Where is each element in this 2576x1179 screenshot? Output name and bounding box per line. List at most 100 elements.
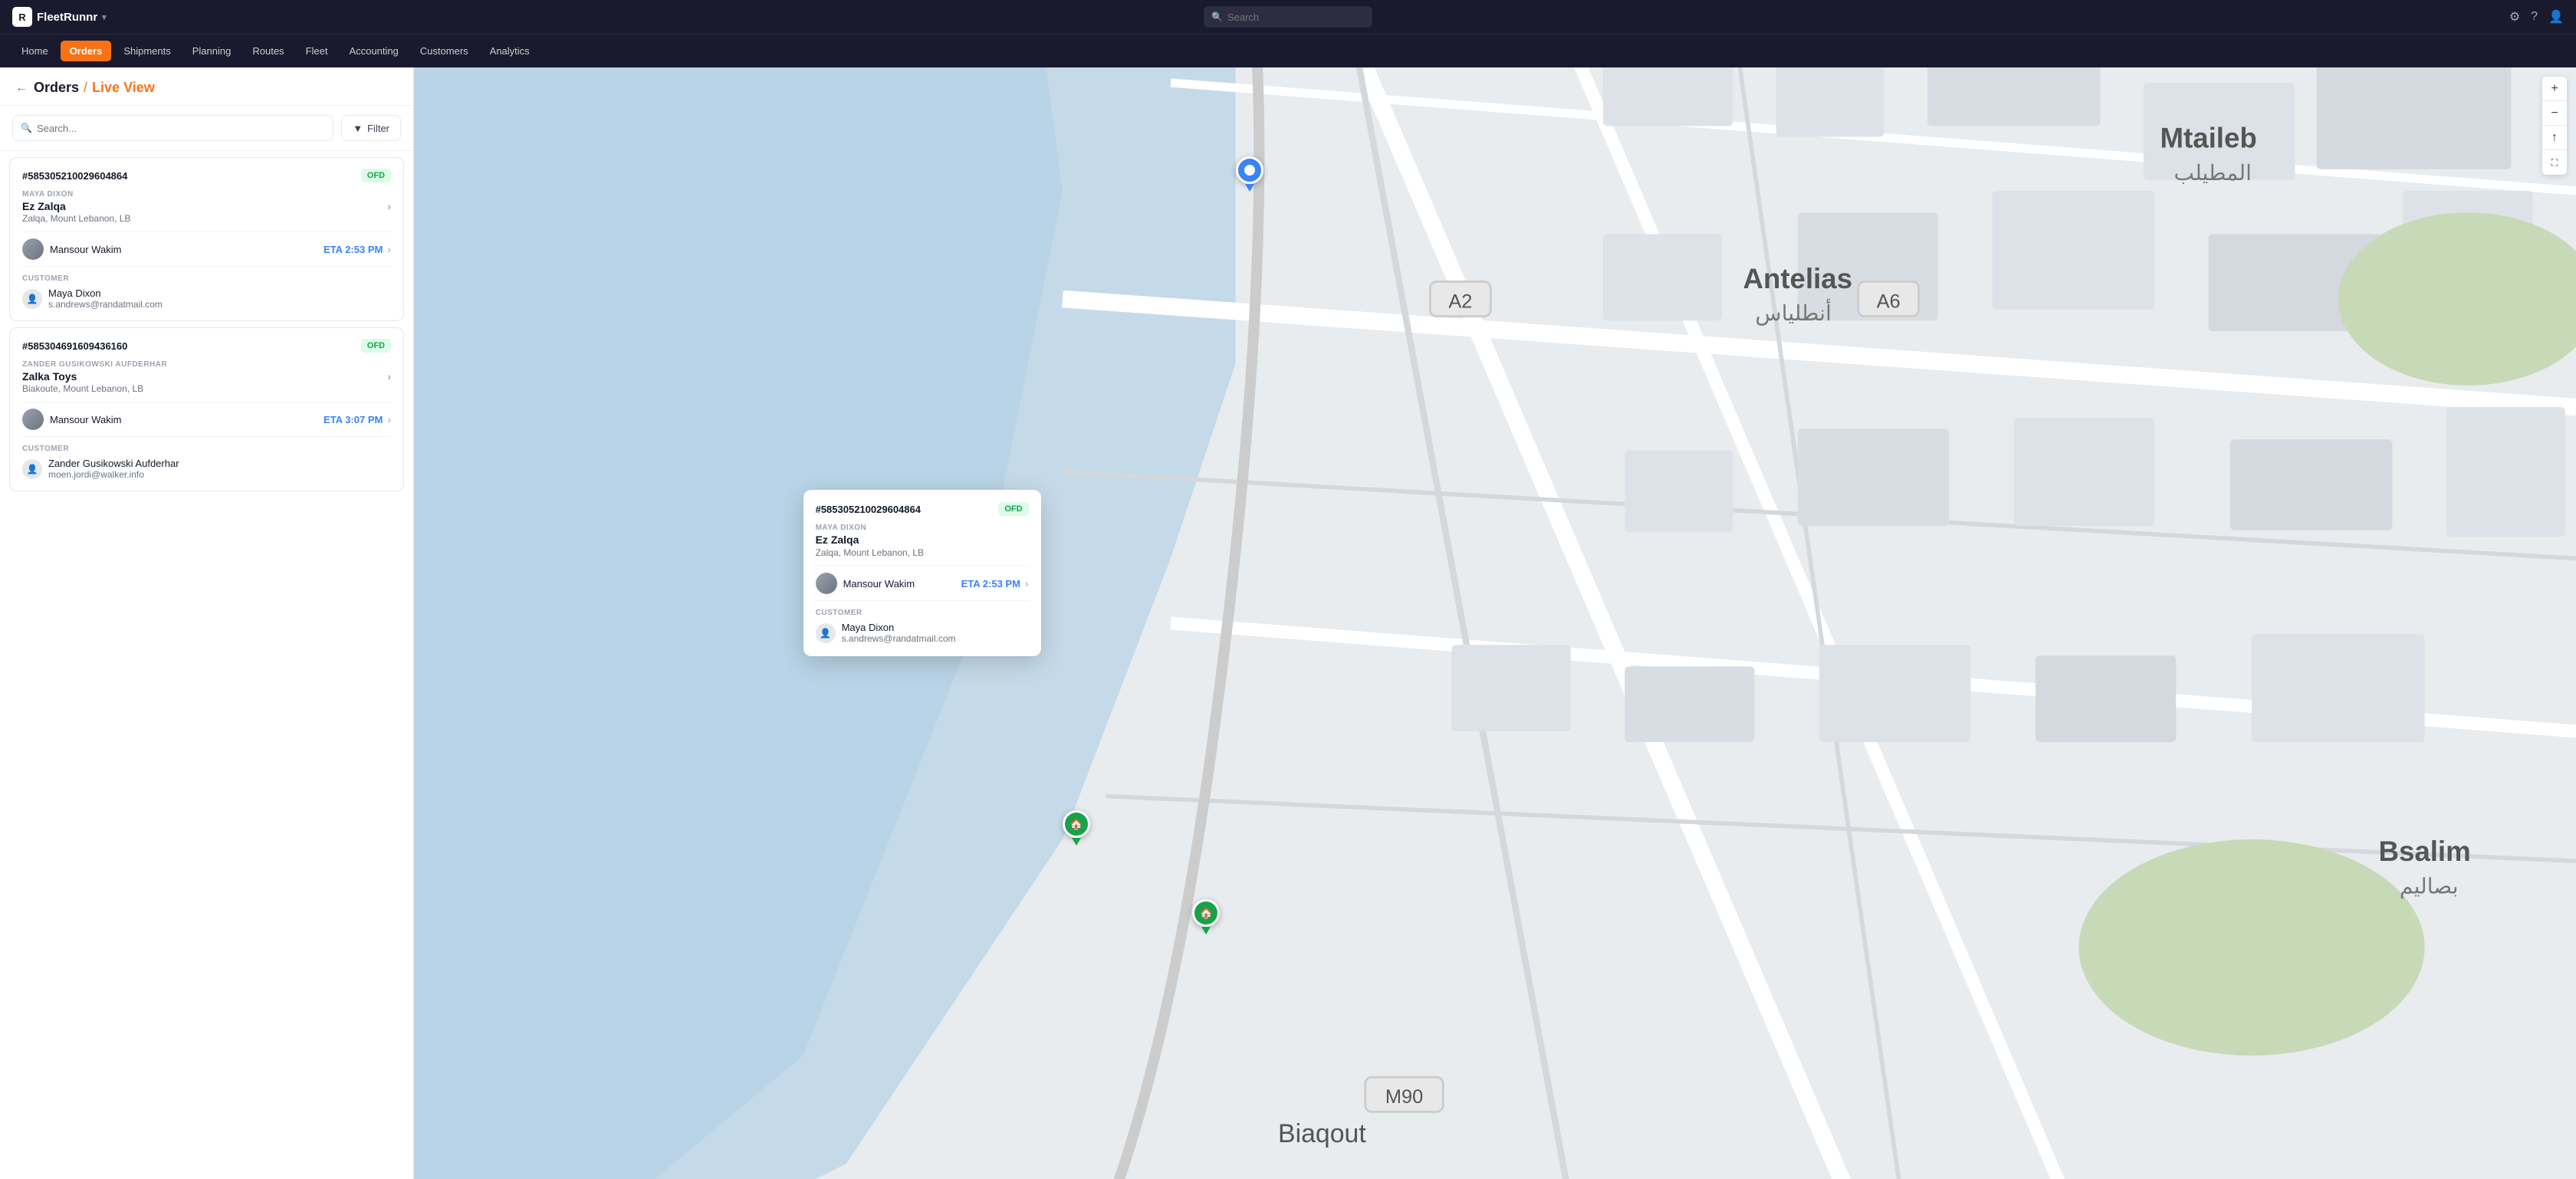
popup-driver-avatar [816, 573, 837, 594]
svg-text:Mtaileb: Mtaileb [2160, 123, 2256, 154]
order-id-1: #585305210029604864 [22, 170, 127, 182]
order-address-1: Zalqa, Mount Lebanon, LB [22, 213, 391, 224]
popup-driver-eta: ETA 2:53 PM [961, 578, 1020, 590]
customer-row-2: 👤 Zander Gusikowski Aufderhar moen.jordi… [22, 458, 391, 480]
nav-accounting[interactable]: Accounting [340, 41, 407, 61]
nav-shipments[interactable]: Shipments [114, 41, 179, 61]
popup-destination-name: Ez Zalqa [816, 534, 1029, 546]
nav-analytics[interactable]: Analytics [481, 41, 539, 61]
customer-name-1: Maya Dixon [48, 287, 163, 299]
order-address-2: Biakoute, Mount Lebanon, LB [22, 383, 391, 394]
svg-text:المطيلب: المطيلب [2174, 160, 2252, 185]
zoom-out-button[interactable]: − [2542, 101, 2567, 126]
nav-orders[interactable]: Orders [61, 41, 112, 61]
svg-text:بصاليم: بصاليم [2400, 874, 2459, 899]
customer-section-label-1: CUSTOMER [22, 274, 391, 283]
order-customer-label-2: ZANDER GUSIKOWSKI AUFDERHAR [22, 360, 391, 369]
popup-customer-avatar: 👤 [816, 623, 836, 643]
svg-text:A6: A6 [1877, 291, 1901, 312]
nav-home[interactable]: Home [12, 41, 58, 61]
map-area[interactable]: A2 A6 Naqqach النقاش Mtaileb المطيلب Ant… [414, 67, 2576, 1179]
driver-avatar-1 [22, 238, 44, 260]
nav-icons-group: ⚙ ? 👤 [2509, 9, 2564, 25]
search-input[interactable] [1227, 11, 1365, 23]
order-search-input[interactable] [37, 123, 325, 134]
driver-name-2: Mansour Wakim [50, 414, 121, 425]
popup-status-badge: OFD [998, 502, 1028, 516]
zoom-in-button[interactable]: + [2542, 77, 2567, 101]
driver-name-1: Mansour Wakim [50, 244, 121, 255]
secondary-navbar: Home Orders Shipments Planning Routes Fl… [0, 34, 2576, 67]
svg-text:Bsalim: Bsalim [2378, 836, 2470, 867]
nav-fleet[interactable]: Fleet [297, 41, 337, 61]
customer-email-1: s.andrews@randatmail.com [48, 299, 163, 310]
popup-driver-name: Mansour Wakim [843, 578, 915, 590]
popup-driver-info: Mansour Wakim [816, 573, 915, 594]
sidebar-toolbar: 🔍 ▼ Filter [0, 106, 413, 151]
orders-list: #585305210029604864 OFD MAYA DIXON Ez Za… [0, 151, 413, 1179]
popup-order-id: #585305210029604864 [816, 504, 921, 515]
popup-customer-section-label: CUSTOMER [816, 609, 1029, 617]
nav-planning[interactable]: Planning [183, 41, 241, 61]
order-customer-label-1: MAYA DIXON [22, 190, 391, 199]
order-status-badge-1: OFD [361, 169, 391, 182]
customer-row-1: 👤 Maya Dixon s.andrews@randatmail.com [22, 287, 391, 310]
order-card-1[interactable]: #585305210029604864 OFD MAYA DIXON Ez Za… [9, 157, 404, 321]
brand-logo[interactable]: R FleetRunnr ▾ [12, 7, 107, 27]
pin-circle-green-2: 🏠 [1192, 899, 1220, 927]
popup-customer-name: Maya Dixon [842, 622, 956, 633]
map-controls: + − ↑ ⛶ [2542, 77, 2567, 175]
brand-name: FleetRunnr [37, 11, 97, 24]
fullscreen-button[interactable]: ⛶ [2542, 150, 2567, 175]
filter-label: Filter [367, 123, 389, 134]
popup-driver-row[interactable]: Mansour Wakim ETA 2:53 PM › [816, 566, 1029, 601]
filter-button[interactable]: ▼ Filter [341, 115, 401, 141]
svg-text:Antelias: Antelias [1743, 263, 1852, 294]
nav-customers[interactable]: Customers [411, 41, 478, 61]
order-driver-row-2[interactable]: Mansour Wakim ETA 3:07 PM › [22, 402, 391, 437]
order-destination-name-2: Zalka Toys › [22, 370, 391, 383]
map-popup: #585305210029604864 OFD MAYA DIXON Ez Za… [803, 490, 1041, 656]
svg-text:أنطلياس: أنطلياس [1755, 299, 1832, 326]
driver-eta-2: ETA 3:07 PM [324, 414, 383, 425]
driver-info-1: Mansour Wakim [22, 238, 121, 260]
svg-text:A2: A2 [1448, 291, 1472, 312]
breadcrumb-separator: / [84, 80, 87, 96]
customer-avatar-1: 👤 [22, 289, 42, 309]
order-id-2: #585304691609436160 [22, 340, 127, 352]
search-icon: 🔍 [1211, 11, 1223, 22]
settings-icon[interactable]: ⚙ [2509, 9, 2520, 25]
brand-chevron-icon: ▾ [102, 12, 107, 22]
order-driver-row-1[interactable]: Mansour Wakim ETA 2:53 PM › [22, 232, 391, 267]
order-card-2[interactable]: #585304691609436160 OFD ZANDER GUSIKOWSK… [9, 327, 404, 491]
order-header-1: #585305210029604864 OFD [22, 169, 391, 182]
nav-routes[interactable]: Routes [243, 41, 293, 61]
pin-inner [1244, 165, 1255, 176]
global-search[interactable]: 🔍 [1204, 6, 1372, 28]
svg-text:M90: M90 [1385, 1086, 1423, 1108]
user-icon[interactable]: 👤 [2548, 9, 2564, 25]
orders-sidebar: ← Orders / Live View 🔍 ▼ Filter #5 [0, 67, 414, 1179]
popup-address: Zalqa, Mount Lebanon, LB [816, 547, 1029, 558]
map-svg: A2 A6 Naqqach النقاش Mtaileb المطيلب Ant… [414, 67, 2576, 1179]
customer-section-label-2: CUSTOMER [22, 445, 391, 453]
delivery-pin-1: 🏠 [1063, 810, 1090, 846]
order-header-2: #585304691609436160 OFD [22, 339, 391, 353]
order-search[interactable]: 🔍 [12, 115, 334, 141]
help-icon[interactable]: ? [2531, 10, 2538, 24]
popup-customer-email: s.andrews@randatmail.com [842, 633, 956, 644]
main-content: ← Orders / Live View 🔍 ▼ Filter #5 [0, 67, 2576, 1179]
driver-eta-1: ETA 2:53 PM [324, 244, 383, 255]
destination-chevron-2: › [387, 370, 391, 383]
driver-eta-area-1: ETA 2:53 PM › [324, 243, 391, 255]
driver-chevron-2: › [387, 413, 391, 425]
compass-button[interactable]: ↑ [2542, 126, 2567, 150]
customer-email-2: moen.jordi@walker.info [48, 469, 179, 480]
delivery-pin-2: 🏠 [1192, 899, 1220, 934]
driver-eta-area-2: ETA 3:07 PM › [324, 413, 391, 425]
popup-driver-chevron: › [1025, 577, 1029, 590]
driver-avatar-2 [22, 409, 44, 430]
back-button[interactable]: ← [15, 81, 28, 95]
sidebar-header: ← Orders / Live View [0, 67, 413, 106]
order-status-badge-2: OFD [361, 339, 391, 353]
